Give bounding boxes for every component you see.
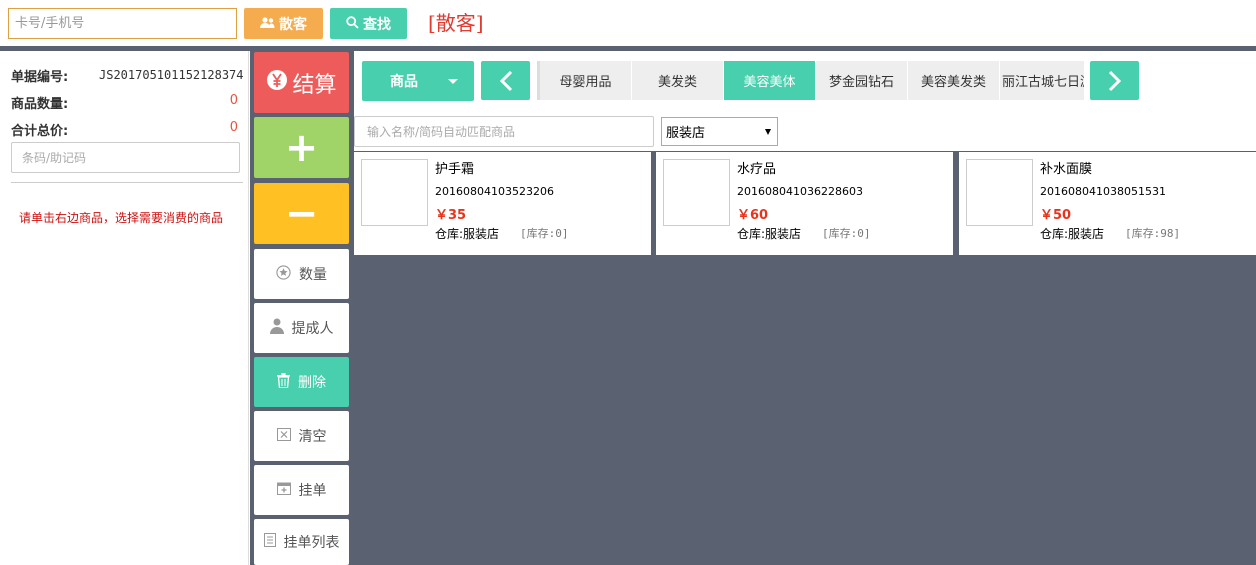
search-button-label: 查找 — [363, 15, 391, 32]
product-price: ￥35 — [435, 208, 467, 223]
product-image — [663, 159, 730, 226]
search-icon — [346, 15, 359, 32]
product-warehouse: 仓库:服装店 — [737, 227, 802, 241]
category-nav: 商品 母婴用品 美发类 美容美体 梦金园钻石 美容美发类 丽江古城七日游 — [354, 51, 1256, 111]
product-stock: [库存:0] — [822, 227, 871, 240]
product-image — [361, 159, 428, 226]
top-bar: 散客 查找 [散客] — [0, 0, 1256, 46]
clear-button[interactable]: 清空 — [254, 411, 349, 461]
guest-button[interactable]: 散客 — [244, 8, 323, 39]
calendar-plus-icon — [276, 481, 291, 499]
action-column: 结算 + − 数量 提成人 删除 清空 挂单 挂单列表 — [250, 51, 354, 565]
chevron-left-icon — [499, 70, 512, 91]
pay-label: 结算 — [292, 72, 337, 98]
quantity-label: 商品数量: — [11, 97, 69, 112]
product-warehouse: 仓库:服装店 — [1040, 227, 1105, 241]
yen-icon — [266, 69, 288, 97]
category-tab-active[interactable]: 美容美体 — [724, 61, 816, 100]
member-card-input[interactable] — [8, 8, 237, 39]
item-type-label: 商品 — [390, 74, 418, 90]
total-label: 合计总价: — [11, 124, 69, 139]
product-name: 水疗品 — [737, 162, 777, 177]
category-tab[interactable]: 母婴用品 — [540, 61, 632, 100]
dropdown-arrow-icon — [765, 129, 771, 135]
catalog-area: 商品 母婴用品 美发类 美容美体 梦金园钻石 美容美发类 丽江古城七日游 服装店… — [354, 51, 1256, 565]
category-next-button[interactable] — [1090, 61, 1139, 100]
caret-down-icon — [448, 79, 458, 84]
category-prev-button[interactable] — [481, 61, 530, 100]
product-search-input[interactable] — [354, 116, 654, 147]
product-code: 20160804103523206 — [435, 185, 554, 198]
product-card[interactable]: 水疗品 201608041036228603 ￥60 仓库:服装店 [库存:0] — [656, 152, 953, 255]
divider — [11, 182, 243, 183]
user-icon — [269, 318, 284, 338]
users-icon — [260, 16, 276, 32]
quantity-button-label: 数量 — [299, 267, 327, 283]
total-value: 0 — [229, 120, 238, 135]
product-card[interactable]: 护手霜 20160804103523206 ￥35 仓库:服装店 [库存:0] — [354, 152, 651, 255]
search-button[interactable]: 查找 — [330, 8, 407, 39]
delete-button[interactable]: 删除 — [254, 357, 349, 407]
category-tab[interactable]: 美容美发类 — [908, 61, 1000, 100]
close-box-icon — [276, 427, 291, 445]
product-name: 护手霜 — [435, 162, 475, 177]
product-card[interactable]: 补水面膜 201608041038051531 ￥50 仓库:服装店 [库存:9… — [959, 152, 1256, 255]
category-tab[interactable]: 丽江古城七日游 — [1000, 61, 1084, 100]
pay-button[interactable]: 结算 — [254, 52, 349, 113]
product-code: 201608041036228603 — [737, 185, 863, 198]
guest-button-label: 散客 — [279, 15, 307, 32]
category-tab[interactable]: 梦金园钻石 — [816, 61, 908, 100]
subtract-quantity-button[interactable]: − — [254, 183, 349, 244]
hold-list-button-label: 挂单列表 — [283, 535, 340, 551]
category-tab[interactable]: 美发类 — [632, 61, 724, 100]
product-image — [966, 159, 1033, 226]
hold-order-button-label: 挂单 — [298, 483, 327, 499]
chevron-right-icon — [1108, 70, 1121, 91]
list-icon — [263, 533, 276, 551]
item-type-dropdown[interactable]: 商品 — [362, 61, 474, 101]
product-warehouse: 仓库:服装店 — [435, 227, 500, 241]
product-price: ￥60 — [737, 208, 769, 223]
add-quantity-button[interactable]: + — [254, 117, 349, 178]
hold-list-button[interactable]: 挂单列表 — [254, 519, 349, 565]
quantity-value: 0 — [229, 93, 238, 108]
category-tabs: 母婴用品 美发类 美容美体 梦金园钻石 美容美发类 丽江古城七日游 — [537, 61, 1084, 100]
store-select-value: 服装店 — [666, 126, 706, 141]
product-stock: [库存:98] — [1125, 227, 1181, 240]
clear-button-label: 清空 — [298, 429, 327, 445]
product-code: 201608041038051531 — [1040, 185, 1166, 198]
product-stock: [库存:0] — [520, 227, 569, 240]
store-select[interactable]: 服装店 — [661, 117, 778, 146]
order-summary-panel: 单据编号: JS201705101152128374 商品数量: 0 合计总价:… — [0, 51, 249, 565]
order-number-label: 单据编号: — [11, 70, 69, 85]
commission-button[interactable]: 提成人 — [254, 303, 349, 353]
filter-bar: 服装店 — [354, 111, 1256, 151]
product-price: ￥50 — [1040, 208, 1072, 223]
commission-button-label: 提成人 — [291, 321, 334, 337]
barcode-input[interactable] — [11, 142, 240, 173]
delete-button-label: 删除 — [298, 375, 326, 391]
trash-icon — [277, 372, 290, 392]
selection-hint: 请单击右边商品，选择需要消费的商品 — [19, 211, 224, 225]
star-icon — [276, 264, 291, 284]
quantity-button[interactable]: 数量 — [254, 249, 349, 299]
customer-type-label: [散客] — [428, 11, 484, 35]
order-number-value: JS201705101152128374 — [99, 68, 244, 82]
product-name: 补水面膜 — [1040, 162, 1093, 177]
hold-order-button[interactable]: 挂单 — [254, 465, 349, 515]
